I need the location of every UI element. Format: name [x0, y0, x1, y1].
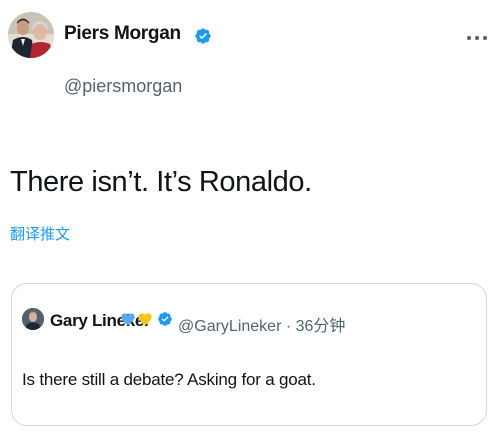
- yellow-heart-icon: [138, 313, 152, 326]
- quoted-handle-and-time: @GaryLineker · 36分钟: [178, 312, 345, 336]
- verified-badge-icon: [195, 28, 211, 44]
- tweet: Piers Morgan @piersmorgan There isn’t. I…: [0, 0, 500, 440]
- author-avatar[interactable]: [8, 12, 54, 58]
- author-name[interactable]: Piers Morgan: [64, 23, 181, 45]
- quoted-author-handle: @GaryLineker: [178, 318, 282, 335]
- verified-badge-icon: [158, 312, 172, 326]
- more-options-icon[interactable]: [466, 33, 488, 43]
- quoted-tweet-text: Is there still a debate? Asking for a go…: [22, 370, 316, 389]
- quoted-timestamp[interactable]: 36分钟: [296, 318, 346, 335]
- quoted-tweet-card[interactable]: Gary Lineker @GaryLineker · 36分钟 Is ther…: [11, 283, 487, 426]
- quoted-separator: ·: [285, 318, 292, 335]
- blue-heart-icon: [121, 313, 135, 326]
- author-handle[interactable]: @piersmorgan: [64, 76, 182, 97]
- quoted-author-avatar: [22, 308, 44, 330]
- tweet-text: There isn’t. It’s Ronaldo.: [10, 166, 312, 198]
- translate-tweet-link[interactable]: 翻译推文: [10, 223, 70, 244]
